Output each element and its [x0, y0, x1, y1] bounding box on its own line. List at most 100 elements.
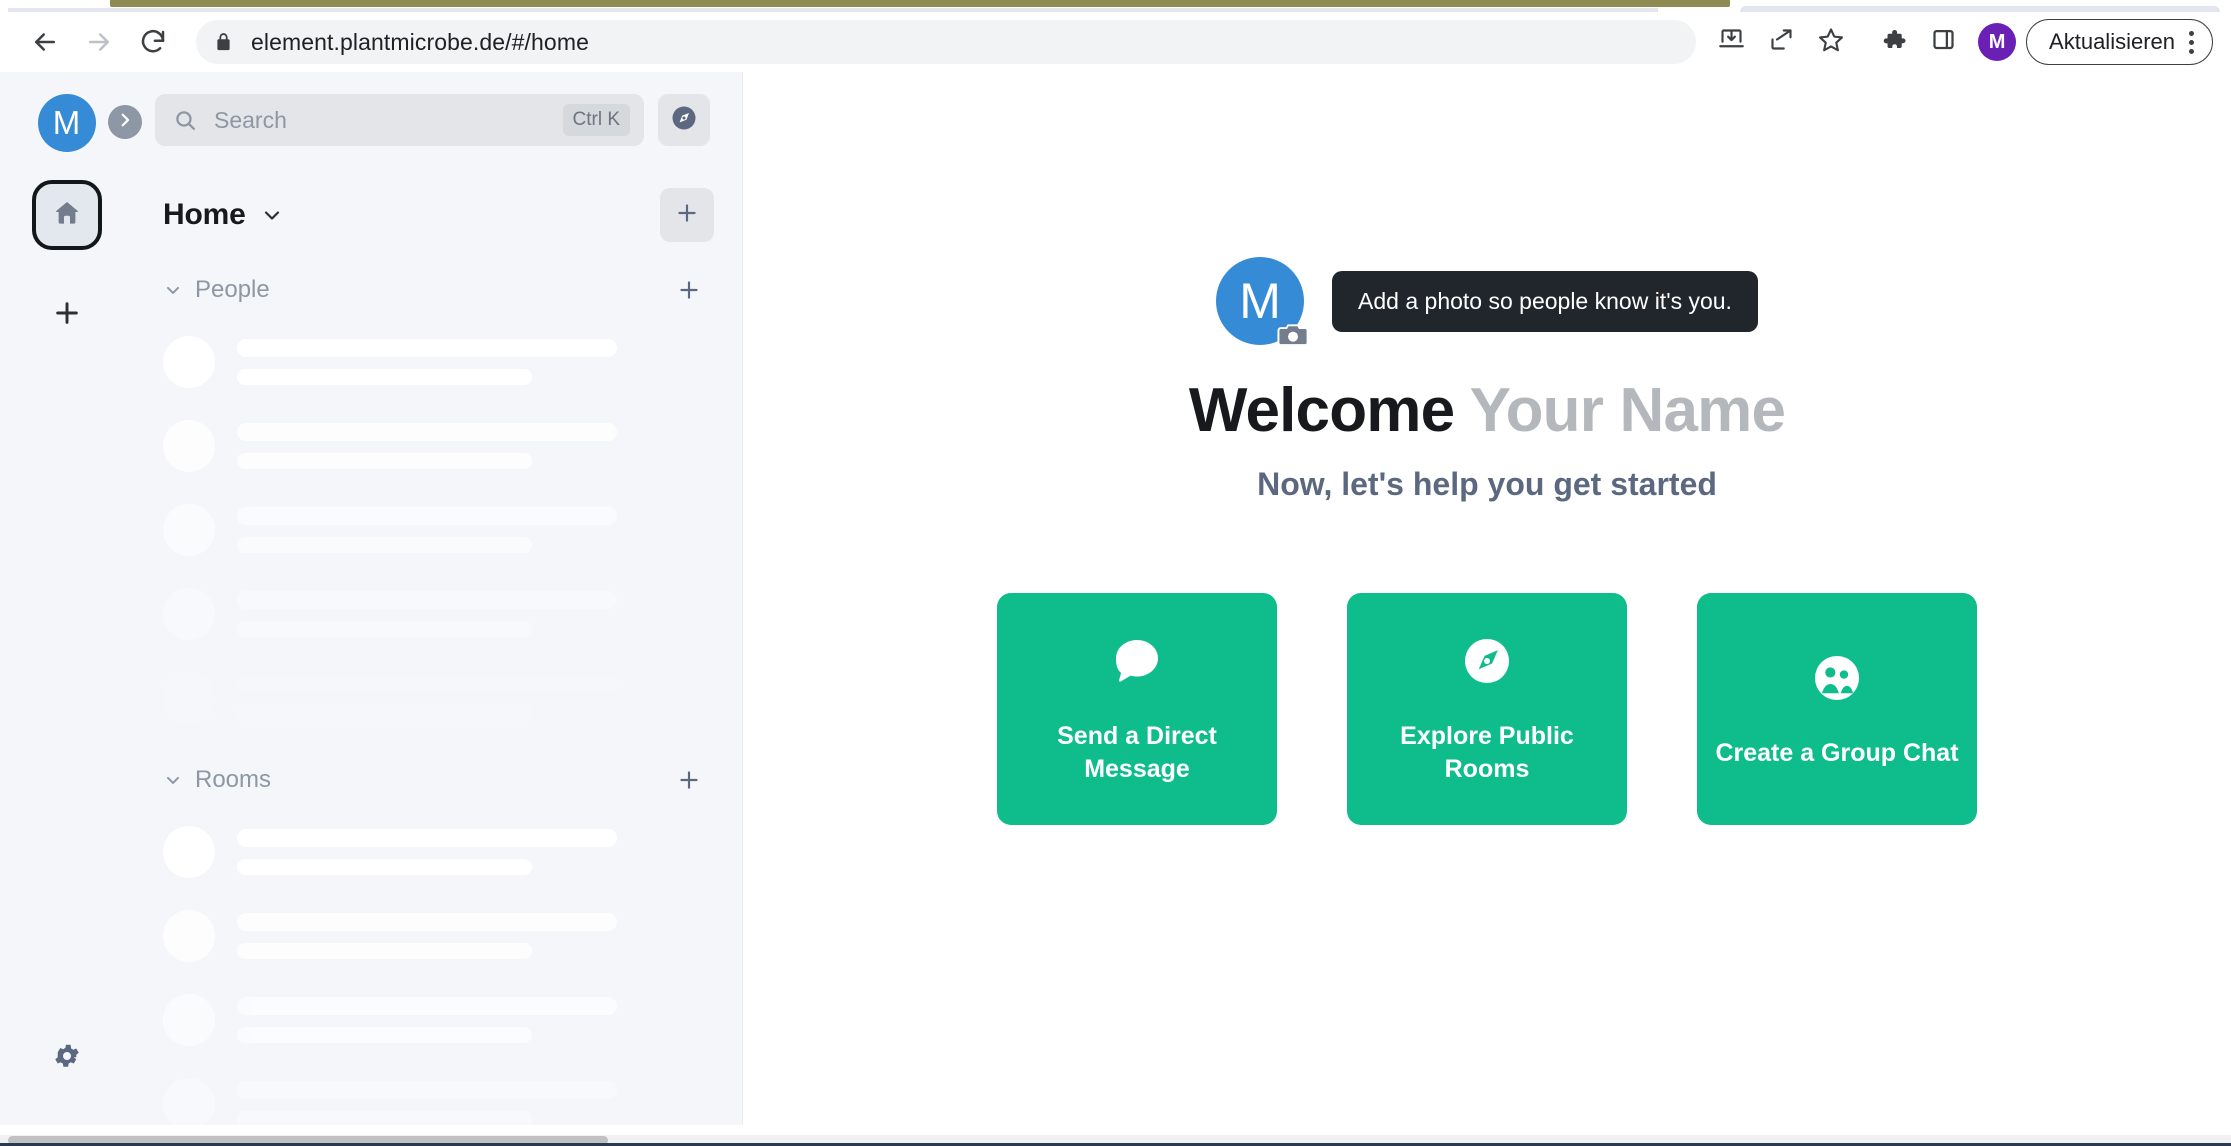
profile-avatar-upload[interactable]: M [1216, 257, 1309, 347]
avatar-tooltip-row: M Add a photo so people know it's you. [1216, 257, 1758, 347]
list-item [133, 978, 742, 1062]
create-group-chat-card[interactable]: Create a Group Chat [1697, 593, 1977, 825]
avatar-placeholder [163, 1078, 215, 1130]
rooms-skeleton-list [133, 804, 742, 1135]
chevron-down-icon [163, 280, 183, 300]
main-content: M Add a photo so people know it's you. W… [743, 72, 2231, 1125]
toolbar-icon-group: M Aktualisieren [1706, 17, 2213, 67]
address-bar[interactable]: element.plantmicrobe.de/#/home [196, 20, 1697, 64]
list-item [133, 810, 742, 894]
search-input[interactable]: Search Ctrl K [155, 94, 644, 146]
back-arrow-icon [30, 27, 60, 57]
section-title: Rooms [195, 766, 272, 793]
list-item [133, 572, 742, 656]
explore-rooms-button[interactable] [658, 94, 710, 146]
forward-button[interactable] [72, 15, 126, 69]
browser-window: element.plantmicrobe.de/#/home M Aktuali… [0, 0, 2231, 1146]
back-button[interactable] [18, 15, 72, 69]
update-button-label: Aktualisieren [2049, 29, 2175, 54]
avatar-placeholder [163, 994, 215, 1046]
plus-icon [51, 297, 83, 334]
avatar-placeholder [163, 826, 215, 878]
action-card-group: Send a Direct Message Explore Public Roo… [997, 593, 1977, 825]
camera-icon [1276, 321, 1310, 349]
avatar-placeholder [163, 910, 215, 962]
list-item [133, 488, 742, 572]
list-item [133, 656, 742, 740]
gear-icon [52, 1041, 82, 1076]
section-title: People [195, 276, 270, 303]
avatar-initial: M [1239, 273, 1281, 329]
chevron-down-icon [163, 770, 183, 790]
chat-bubble-icon [1108, 632, 1166, 690]
page-viewport: M Search Ctrl K Home People Rooms M Add … [0, 72, 2231, 1135]
welcome-heading: Welcome Your Name [1188, 375, 1786, 446]
plus-icon [674, 200, 700, 231]
people-skeleton-list [133, 314, 742, 740]
search-row: Search Ctrl K [133, 72, 742, 166]
reload-icon [138, 27, 168, 57]
search-shortcut-badge: Ctrl K [562, 104, 630, 136]
share-button[interactable] [1756, 17, 1806, 67]
avatar-placeholder [163, 588, 215, 640]
card-label: Explore Public Rooms [1400, 722, 1574, 783]
search-placeholder: Search [214, 106, 287, 133]
avatar-placeholder [163, 504, 215, 556]
compass-icon [1458, 632, 1516, 690]
add-person-button[interactable] [676, 277, 702, 303]
add-room-section-button[interactable] [676, 767, 702, 793]
tab-strip [0, 0, 2231, 12]
list-item [133, 320, 742, 404]
side-panel-icon [1930, 26, 1957, 58]
add-space-button[interactable] [36, 284, 98, 346]
forward-arrow-icon [84, 27, 114, 57]
section-header-rooms[interactable]: Rooms [133, 740, 742, 804]
update-button[interactable]: Aktualisieren [2026, 19, 2213, 65]
avatar-tooltip: Add a photo so people know it's you. [1332, 270, 1758, 332]
search-icon [173, 108, 198, 133]
home-welcome-page: M Add a photo so people know it's you. W… [743, 72, 2231, 1125]
list-item [133, 894, 742, 978]
group-people-icon [1808, 649, 1866, 707]
compass-icon [669, 103, 699, 138]
lock-icon [214, 31, 233, 53]
install-app-icon [1718, 26, 1745, 58]
active-tab-partial[interactable] [110, 0, 1730, 7]
welcome-name: Your Name [1469, 376, 1786, 445]
kebab-menu-icon[interactable] [2189, 30, 2200, 54]
list-item [133, 404, 742, 488]
home-icon [52, 198, 82, 233]
avatar-placeholder [163, 336, 215, 388]
share-icon [1768, 26, 1795, 58]
space-rail: M [0, 72, 142, 1125]
add-room-button[interactable] [660, 188, 714, 242]
avatar-placeholder [163, 672, 215, 724]
user-avatar[interactable]: M [37, 94, 96, 152]
star-icon [1817, 26, 1845, 59]
expand-space-panel-button[interactable] [108, 105, 142, 139]
chevron-right-icon [116, 111, 134, 134]
url-text: element.plantmicrobe.de/#/home [251, 28, 589, 55]
install-app-button[interactable] [1706, 17, 1756, 67]
bookmark-button[interactable] [1806, 17, 1856, 67]
browser-profile-avatar[interactable]: M [1978, 23, 2017, 61]
chevron-down-icon[interactable] [260, 203, 284, 227]
extensions-button[interactable] [1868, 17, 1918, 67]
avatar-placeholder [163, 420, 215, 472]
section-header-people[interactable]: People [133, 260, 742, 314]
list-item [133, 1062, 742, 1135]
page-title: Home [163, 198, 246, 231]
room-list-panel: Search Ctrl K Home People Rooms [133, 72, 743, 1130]
welcome-subtitle: Now, let's help you get started [1257, 466, 1717, 502]
quick-settings-button[interactable] [42, 1033, 92, 1083]
reload-button[interactable] [126, 15, 180, 69]
browser-toolbar: element.plantmicrobe.de/#/home M Aktuali… [0, 12, 2231, 72]
room-list-header: Home [133, 166, 742, 260]
sidebar-item-home[interactable] [31, 180, 102, 250]
side-panel-button[interactable] [1918, 17, 1968, 67]
card-label: Send a Direct Message [1057, 722, 1217, 783]
puzzle-icon [1880, 26, 1907, 58]
explore-public-rooms-card[interactable]: Explore Public Rooms [1347, 593, 1627, 825]
welcome-prefix: Welcome [1188, 376, 1455, 445]
send-direct-message-card[interactable]: Send a Direct Message [997, 593, 1277, 825]
